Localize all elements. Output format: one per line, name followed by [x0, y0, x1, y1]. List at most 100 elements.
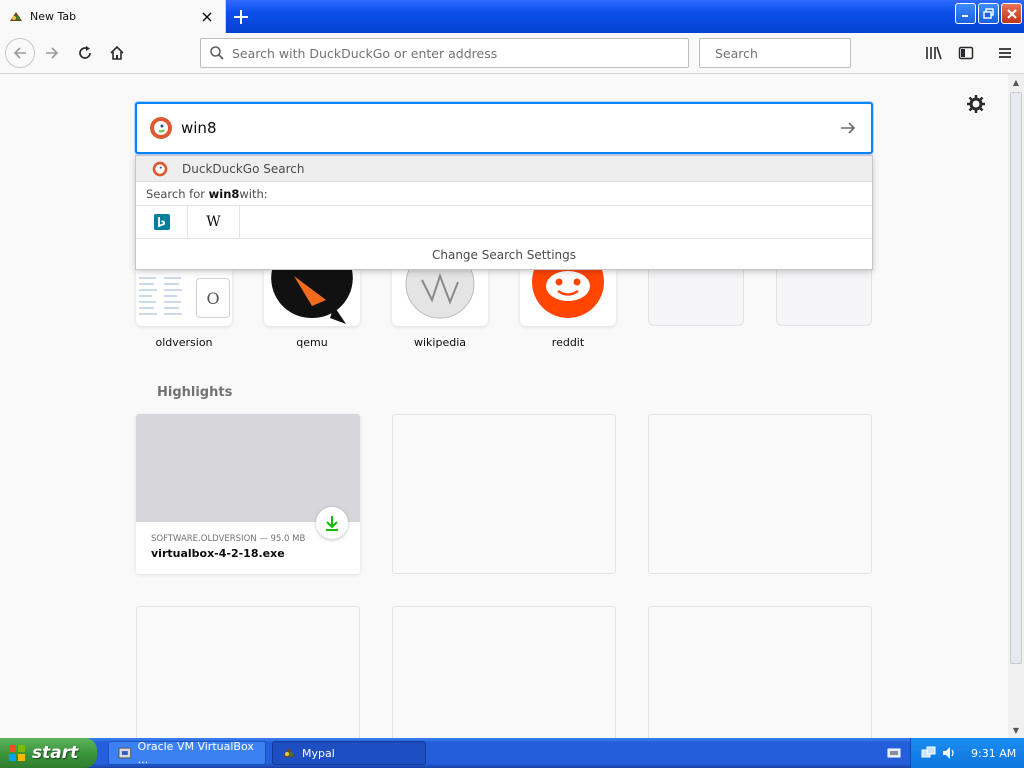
bing-icon: [153, 214, 170, 230]
arrow-right-icon: [46, 47, 59, 59]
gear-icon[interactable]: [966, 94, 986, 114]
new-tab-button[interactable]: [228, 4, 254, 30]
highlight-placeholder: [392, 606, 616, 738]
top-site-label: wikipedia: [413, 336, 466, 349]
search-for-suffix: with:: [239, 186, 268, 201]
arrow-right-icon: [841, 122, 856, 134]
mypal-icon: [283, 748, 295, 757]
wikipedia-icon: W: [206, 214, 221, 230]
duckduckgo-icon: [152, 161, 168, 176]
minimize-icon: [962, 15, 968, 17]
tab-new-tab[interactable]: New Tab: [0, 0, 226, 33]
keyboard-icon[interactable]: [887, 746, 901, 760]
search-go-button[interactable]: [833, 113, 863, 143]
wikipedia-engine-button[interactable]: W: [188, 205, 240, 239]
restore-icon: [983, 8, 994, 19]
scroll-up-arrow-icon[interactable]: ▲: [1008, 74, 1024, 90]
volume-icon[interactable]: [941, 745, 957, 761]
url-input[interactable]: [232, 45, 688, 61]
library-icon: [926, 46, 942, 60]
highlights-heading: Highlights: [157, 385, 233, 400]
network-icon[interactable]: [921, 745, 937, 761]
bing-engine-button[interactable]: [136, 205, 188, 239]
home-icon: [110, 45, 124, 60]
duckduckgo-icon: [150, 117, 172, 139]
top-site-thumbnail: [392, 270, 488, 326]
vertical-scrollbar[interactable]: ▲ ▼: [1008, 74, 1024, 738]
top-site-label: qemu: [296, 336, 328, 349]
sidebar-icon: [958, 46, 974, 60]
arrow-left-icon: [13, 47, 26, 59]
system-tray: 9:31 AM: [910, 738, 1024, 768]
close-window-button[interactable]: [1001, 3, 1022, 24]
top-site-qemu[interactable]: qemu: [264, 270, 360, 349]
minimize-button[interactable]: [955, 3, 976, 24]
download-badge: [316, 507, 348, 539]
highlight-preview: [136, 414, 360, 522]
top-site-thumbnail: [520, 270, 616, 326]
restore-button[interactable]: [978, 3, 999, 24]
taskbar-item-mypal[interactable]: Mypal: [272, 741, 426, 765]
scroll-down-arrow-icon[interactable]: ▼: [1008, 722, 1024, 738]
title-bar: New Tab: [0, 0, 1024, 33]
taskbar-item-virtualbox[interactable]: Oracle VM VirtualBox ...: [108, 740, 266, 766]
top-site-placeholder: [776, 270, 872, 326]
search-suggestions-popup: DuckDuckGo Search Search for win8 with: …: [135, 155, 873, 270]
oldversion-badge: O: [196, 278, 230, 318]
start-button[interactable]: start: [0, 738, 97, 768]
top-site-reddit[interactable]: reddit: [520, 270, 616, 349]
new-tab-page: DuckDuckGo Search Search for win8 with: …: [0, 74, 1008, 738]
home-button[interactable]: [102, 38, 132, 68]
qemu-logo-icon: [271, 270, 353, 324]
top-site-wikipedia[interactable]: wikipedia: [392, 270, 488, 349]
search-for-term: win8: [208, 186, 240, 201]
change-search-settings[interactable]: Change Search Settings: [136, 239, 872, 270]
mypal-favicon-icon: [10, 11, 22, 21]
oldversion-letter: O: [206, 288, 220, 308]
top-site-oldversion[interactable]: O oldversion: [136, 270, 232, 349]
tab-title: New Tab: [30, 10, 77, 23]
taskbar-label: Oracle VM VirtualBox ...: [137, 740, 254, 766]
reload-icon: [79, 46, 91, 59]
sidebar-button[interactable]: [951, 38, 981, 68]
search-for-header: Search for win8 with:: [136, 182, 872, 206]
start-label: start: [32, 743, 79, 763]
scrollbar-thumb[interactable]: [1010, 92, 1022, 664]
hamburger-menu-icon: [999, 48, 1011, 58]
top-site-placeholder: [648, 270, 744, 326]
taskbar-label: Mypal: [302, 746, 335, 760]
suggestion-engine-row[interactable]: DuckDuckGo Search: [136, 156, 872, 182]
forward-button[interactable]: [37, 38, 67, 68]
highlight-placeholder: [648, 414, 872, 574]
windows-logo-icon: [9, 745, 25, 761]
top-site-empty: [776, 270, 872, 326]
highlight-card[interactable]: SOFTWARE.OLDVERSION — 95.0 MB virtualbox…: [136, 414, 360, 574]
search-for-prefix: Search for: [146, 186, 205, 201]
highlight-placeholder: [136, 606, 360, 738]
highlight-placeholder: [648, 606, 872, 738]
top-site-thumbnail: O: [136, 270, 232, 326]
menu-button[interactable]: [990, 38, 1020, 68]
back-button[interactable]: [5, 38, 35, 68]
highlight-filename: virtualbox-4-2-18.exe: [151, 547, 285, 560]
one-off-engines: W: [136, 205, 872, 239]
search-bar[interactable]: [699, 38, 871, 68]
top-site-empty: [648, 270, 744, 326]
top-site-label: oldversion: [155, 336, 213, 349]
tab-close-icon[interactable]: [195, 5, 219, 29]
top-site-thumbnail: [264, 270, 360, 326]
clock: 9:31 AM: [971, 746, 1017, 760]
engine-label: DuckDuckGo Search: [182, 161, 305, 176]
library-button[interactable]: [919, 38, 949, 68]
search-bar-input[interactable]: [715, 45, 871, 61]
url-bar[interactable]: [200, 38, 689, 68]
reddit-logo-icon: [532, 270, 604, 318]
nav-toolbar: [0, 33, 1024, 74]
close-icon: [1006, 8, 1017, 19]
page-search-box[interactable]: [135, 102, 873, 154]
taskbar: start Oracle VM VirtualBox ... Mypal 9:3…: [0, 738, 1024, 768]
download-icon: [326, 516, 338, 531]
reload-button[interactable]: [70, 38, 100, 68]
highlight-placeholder: [392, 414, 616, 574]
page-search-input[interactable]: [181, 119, 833, 137]
